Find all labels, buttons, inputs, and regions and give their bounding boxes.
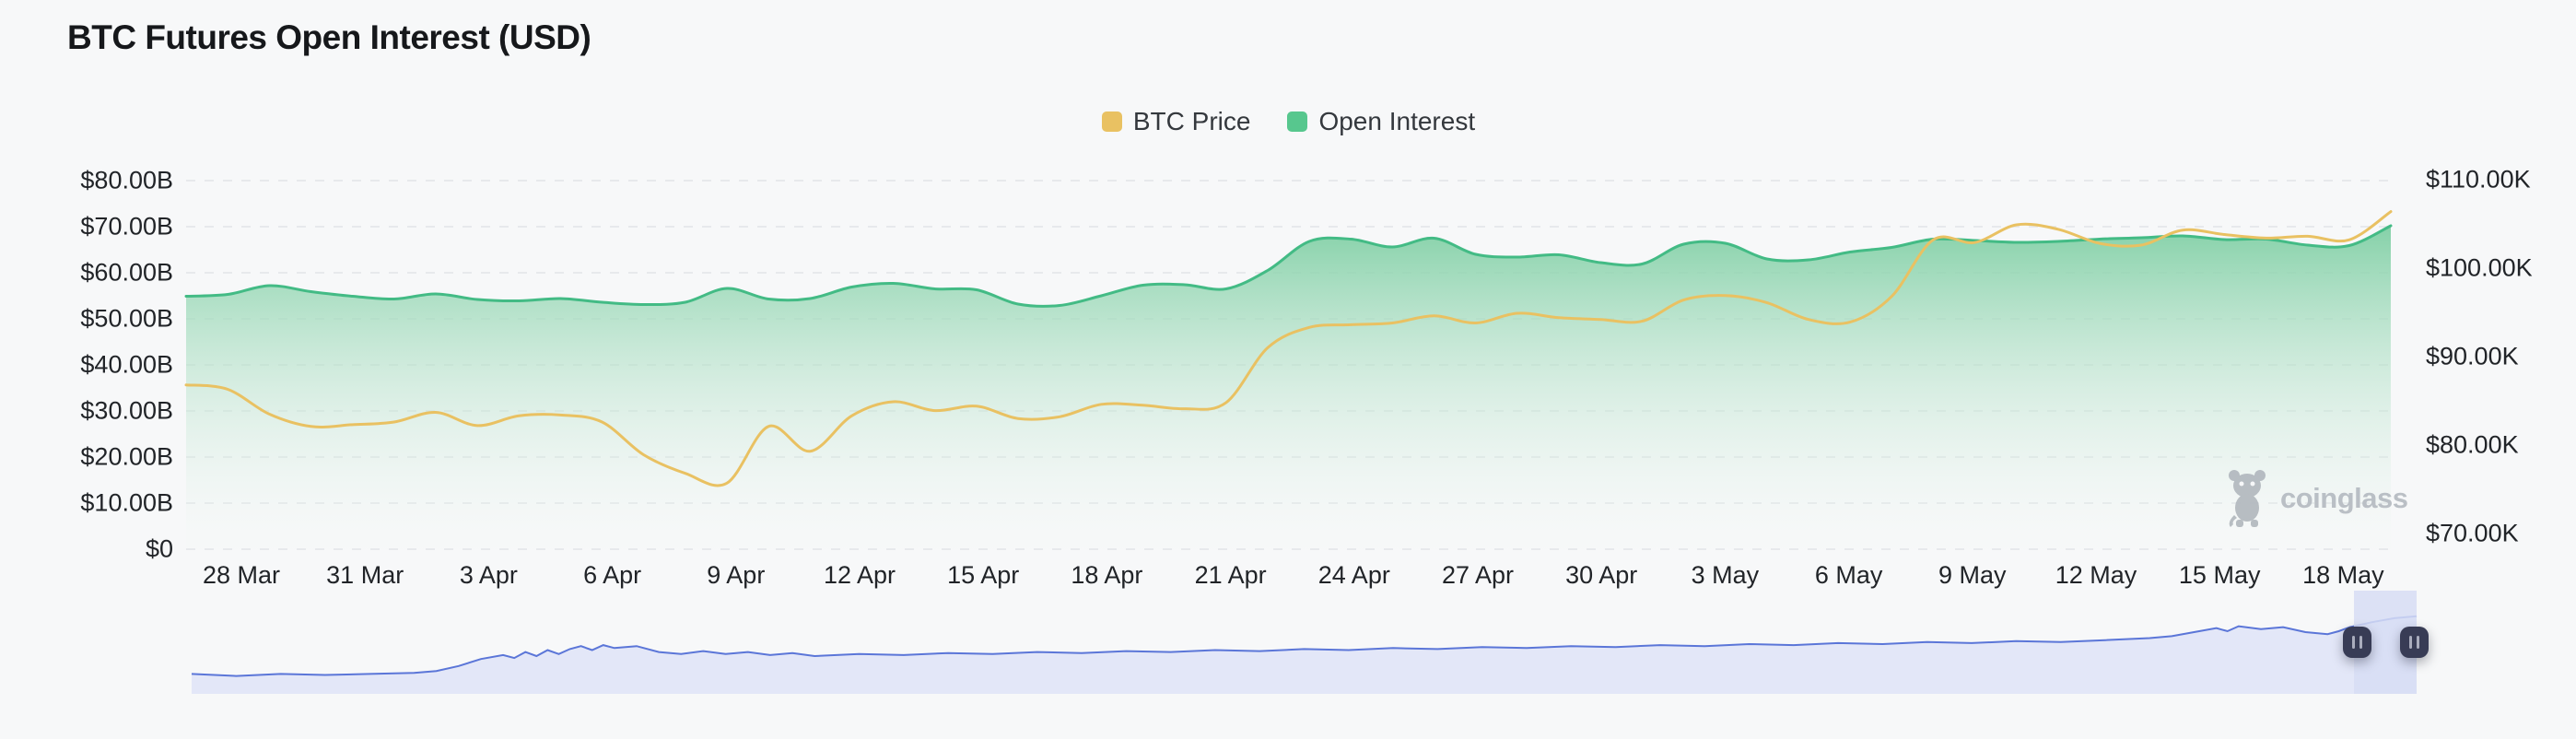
navigator-right-handle[interactable] bbox=[2400, 627, 2429, 658]
navigator-canvas[interactable] bbox=[0, 0, 2576, 739]
navigator-area bbox=[192, 616, 2417, 694]
navigator-left-handle[interactable] bbox=[2343, 627, 2371, 658]
